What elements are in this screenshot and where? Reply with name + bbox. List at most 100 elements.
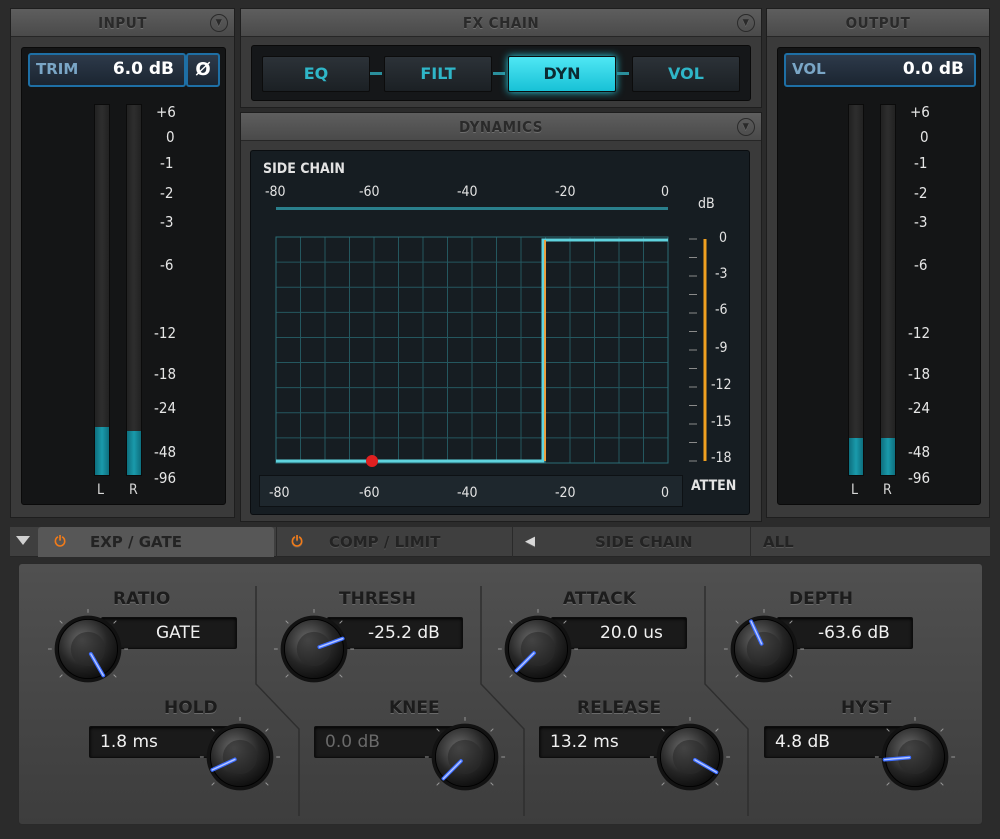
vol-label: VOL (792, 60, 826, 78)
fx-filt-button[interactable]: FILT (384, 56, 492, 92)
tab-all-label: ALL (763, 533, 794, 551)
output-title: OUTPUT (845, 14, 911, 32)
input-level-marker (366, 455, 378, 467)
input-header: INPUT ▼ (11, 9, 234, 37)
attack-label: ATTACK (563, 589, 636, 609)
fx-connector (617, 72, 629, 75)
transfer-curve-plot (275, 236, 707, 467)
attack-knob[interactable] (497, 608, 579, 690)
output-meter-left (848, 104, 864, 476)
fx-dyn-button[interactable]: DYN (508, 56, 616, 92)
vol-value: 0.0 dB (902, 59, 964, 79)
output-meter-left-fill (849, 438, 863, 475)
tab-comp-limit-label: COMP / LIMIT (329, 533, 441, 551)
speaker-icon[interactable]: ◀ (525, 527, 535, 557)
exp-gate-power-icon[interactable]: ⏻ (52, 534, 68, 550)
ratio-label: RATIO (113, 589, 171, 609)
atten-tick: -15 (711, 414, 732, 430)
input-scale-tick: -48 (154, 443, 177, 461)
input-meter-right-fill (127, 430, 141, 475)
output-meter-right-fill (881, 438, 895, 475)
atten-tick: -9 (715, 340, 728, 356)
input-scale-tick: -24 (154, 399, 177, 417)
hyst-knob[interactable] (874, 716, 956, 798)
comp-limit-power-icon[interactable]: ⏻ (289, 534, 305, 550)
depth-label: DEPTH (789, 589, 854, 609)
output-scale-tick: -24 (908, 399, 931, 417)
dynamics-tab-bar: ⏻ EXP / GATE ⏻ COMP / LIMIT ◀ SIDE CHAIN… (10, 527, 990, 557)
input-title: INPUT (98, 14, 147, 32)
fx-vol-button[interactable]: VOL (632, 56, 740, 92)
input-scale-tick: 0 (166, 128, 175, 146)
dynamics-header: DYNAMICS ▼ (241, 113, 761, 141)
atten-label: ATTEN (691, 478, 737, 494)
output-scale-tick: 0 (920, 128, 929, 146)
fx-chain-title: FX CHAIN (462, 14, 540, 32)
dynamics-title: DYNAMICS (459, 118, 543, 136)
dynamics-graph: SIDE CHAIN -80 -60 -40 -20 0 dB 0 -3 -6 … (250, 150, 750, 515)
output-meter-box: VOL 0.0 dB L R +6 0 -1 -2 -3 -6 -12 -18 … (777, 47, 981, 505)
input-axis-tick: -60 (359, 485, 380, 501)
knee-knob[interactable] (424, 716, 506, 798)
input-meter-right (126, 104, 142, 476)
knee-label: KNEE (389, 698, 440, 718)
gate-controls: RATIO GATE THRESH -25.2 dB ATTACK 20.0 u… (18, 563, 983, 825)
tab-side-chain[interactable]: ◀ SIDE CHAIN (512, 527, 748, 557)
release-label: RELEASE (577, 698, 662, 718)
input-scale-tick: +6 (156, 103, 176, 121)
output-meter-right (880, 104, 896, 476)
tab-exp-gate[interactable]: ⏻ EXP / GATE (38, 527, 274, 557)
output-scale-tick: -12 (908, 324, 931, 342)
ratio-knob[interactable] (47, 608, 129, 690)
input-axis-tick: -20 (555, 485, 576, 501)
hold-label: HOLD (164, 698, 218, 718)
thresh-knob[interactable] (273, 608, 355, 690)
fx-connector (370, 72, 382, 75)
output-scale-tick: -1 (914, 154, 928, 172)
tab-side-chain-label: SIDE CHAIN (595, 533, 693, 551)
collapse-icon[interactable] (16, 536, 30, 545)
fx-eq-button[interactable]: EQ (262, 56, 370, 92)
vol-field[interactable]: VOL 0.0 dB (784, 53, 976, 87)
tab-all[interactable]: ALL (750, 527, 990, 557)
input-scale-tick: -12 (154, 324, 177, 342)
release-knob[interactable] (649, 716, 731, 798)
fx-connector (493, 72, 505, 75)
input-scale-tick: -1 (160, 154, 174, 172)
input-meter-left-fill (95, 426, 109, 475)
phase-invert-button[interactable]: Ø (186, 53, 220, 87)
input-meter-left (94, 104, 110, 476)
input-meter-box: TRIM 6.0 dB Ø L R +6 0 -1 -2 -3 -6 -12 -… (21, 47, 226, 505)
output-scale-tick: -3 (914, 213, 928, 231)
atten-tick: -12 (711, 377, 732, 393)
output-scale-tick: -48 (908, 443, 931, 461)
input-axis-tick: 0 (661, 485, 670, 501)
hyst-label: HYST (841, 698, 892, 718)
output-scale-tick: -6 (914, 256, 928, 274)
input-scale-tick: -96 (154, 469, 177, 487)
atten-tick: -6 (715, 302, 728, 318)
tab-exp-gate-label: EXP / GATE (90, 533, 182, 551)
tab-comp-limit[interactable]: ⏻ COMP / LIMIT (276, 527, 512, 557)
input-channel-r: R (129, 482, 138, 498)
input-channel-l: L (97, 482, 105, 498)
trim-field[interactable]: TRIM 6.0 dB (28, 53, 186, 87)
input-scale-tick: -3 (160, 213, 174, 231)
atten-tick: 0 (719, 230, 728, 246)
trim-label: TRIM (36, 60, 79, 78)
output-scale-tick: +6 (910, 103, 930, 121)
output-header: OUTPUT (767, 9, 989, 37)
dynamics-menu-icon[interactable]: ▼ (737, 118, 755, 136)
atten-tick: -3 (715, 266, 728, 282)
output-channel-r: R (883, 482, 892, 498)
output-scale-tick: -2 (914, 184, 928, 202)
output-scale-tick: -18 (908, 365, 931, 383)
output-panel: OUTPUT VOL 0.0 dB L R +6 0 -1 -2 -3 -6 -… (766, 8, 990, 518)
input-axis-tick: -80 (269, 485, 290, 501)
fx-chain-menu-icon[interactable]: ▼ (737, 14, 755, 32)
hold-knob[interactable] (199, 716, 281, 798)
depth-knob[interactable] (723, 608, 805, 690)
atten-tick: -18 (711, 450, 732, 466)
input-menu-icon[interactable]: ▼ (210, 14, 228, 32)
trim-value: 6.0 dB (112, 59, 174, 79)
